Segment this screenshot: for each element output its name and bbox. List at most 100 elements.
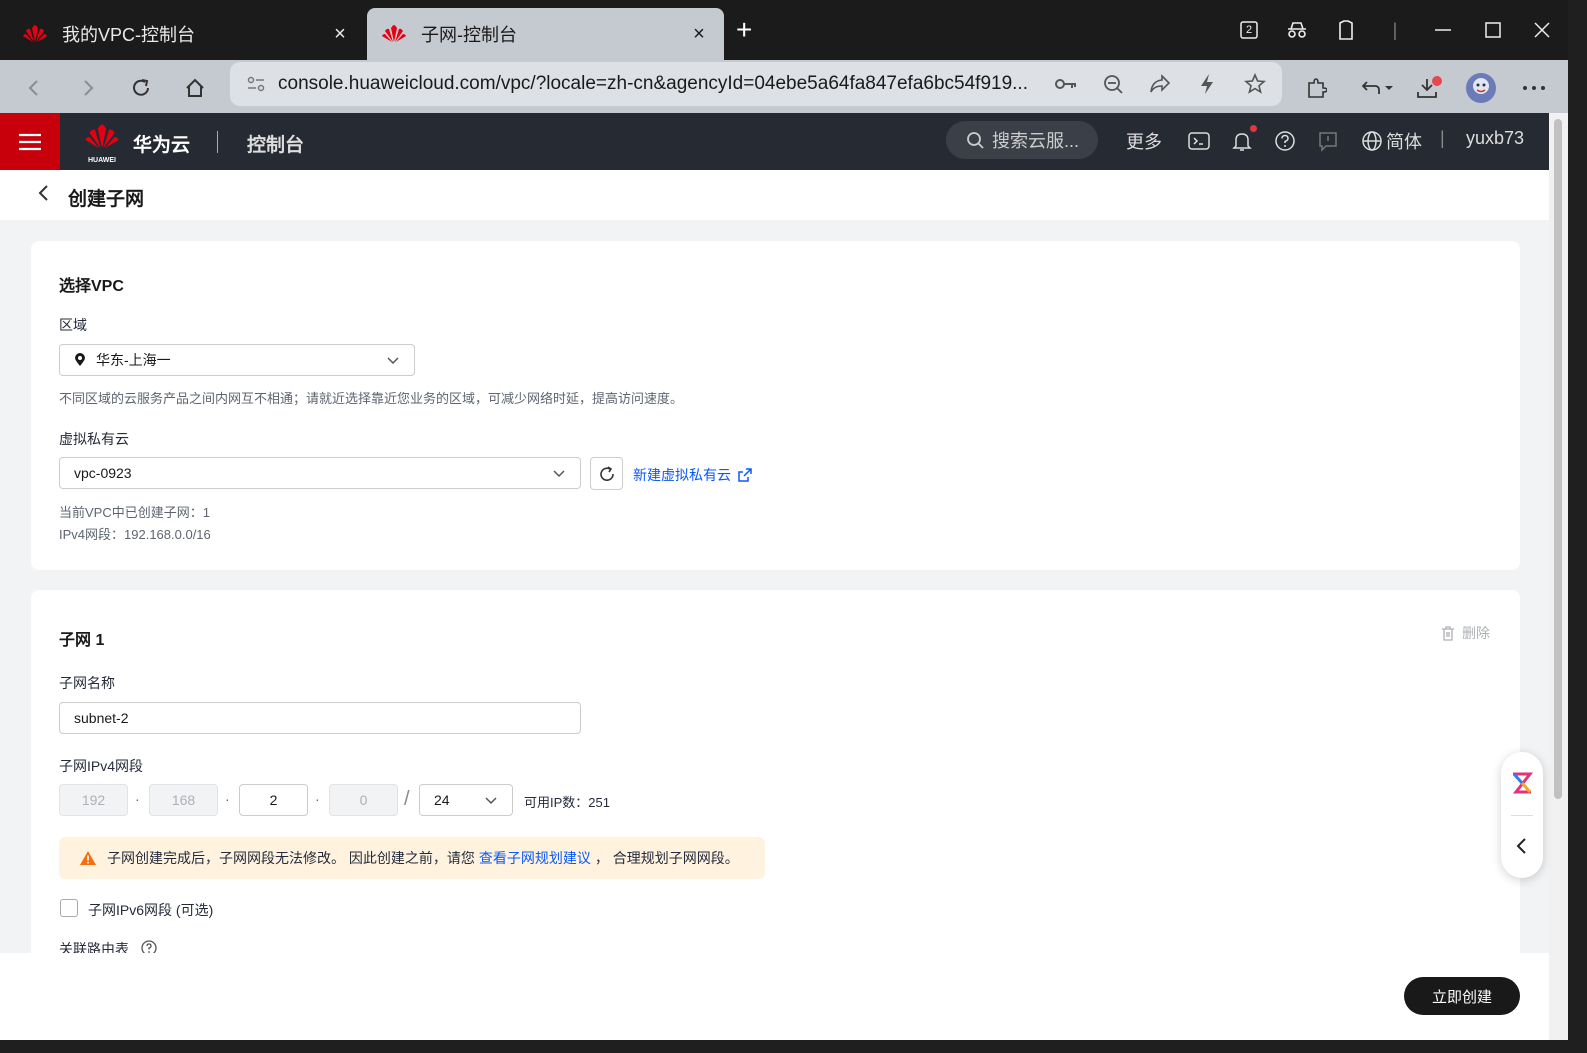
tab-my-vpc[interactable]: 我的VPC-控制台 × bbox=[8, 8, 365, 60]
subnet-ipv4-label: 子网IPv4网段 bbox=[59, 758, 144, 774]
subnet-planning-link[interactable]: 查看子网规划建议 bbox=[479, 848, 591, 868]
octet-2-value: 168 bbox=[171, 792, 196, 808]
close-tab-icon[interactable]: × bbox=[688, 23, 710, 46]
region-hint: 不同区域的云服务产品之间内网互不相通；请就近选择靠近您业务的区域，可减少网络时延… bbox=[59, 391, 684, 406]
user-menu[interactable]: yuxb73 bbox=[1466, 128, 1524, 149]
back-nav-icon[interactable] bbox=[16, 70, 52, 106]
chevron-down-icon bbox=[387, 357, 399, 365]
share-icon[interactable] bbox=[1146, 70, 1174, 98]
globe-icon[interactable] bbox=[1359, 128, 1385, 154]
tab-subnet[interactable]: 子网-控制台 × bbox=[367, 8, 724, 60]
maximize-icon[interactable] bbox=[1475, 12, 1511, 48]
history-back-dropdown-icon[interactable] bbox=[1358, 70, 1398, 106]
page-footer: 立即创建 bbox=[0, 953, 1549, 1040]
site-settings-icon[interactable] bbox=[242, 70, 270, 98]
puzzle-extension-icon[interactable] bbox=[1298, 70, 1334, 106]
floating-toolbar bbox=[1501, 752, 1543, 878]
scrollbar-thumb[interactable] bbox=[1554, 119, 1562, 799]
delete-label: 删除 bbox=[1462, 625, 1490, 641]
home-icon[interactable] bbox=[177, 70, 213, 106]
terminal-icon[interactable] bbox=[1186, 128, 1212, 154]
console-header: HUAWEI 华为云 控制台 搜索云服... 更多 简体 | yuxb73 bbox=[0, 113, 1549, 170]
minimize-icon[interactable] bbox=[1425, 12, 1461, 48]
browser-menu-icon[interactable] bbox=[1516, 70, 1552, 106]
refresh-icon bbox=[599, 465, 614, 481]
collapse-chevron-left-icon[interactable] bbox=[1515, 836, 1529, 861]
zoom-out-icon[interactable] bbox=[1099, 70, 1127, 98]
octet-1-value: 192 bbox=[81, 792, 106, 808]
more-menu[interactable]: 更多 bbox=[1126, 128, 1162, 154]
ipv4-range-text: IPv4网段：192.168.0.0/16 bbox=[59, 527, 211, 542]
help-icon[interactable] bbox=[1272, 128, 1298, 154]
extensions-icon[interactable] bbox=[1328, 12, 1364, 48]
refresh-vpc-button[interactable] bbox=[590, 457, 623, 490]
ipv4-octet-4: 0 bbox=[329, 784, 398, 816]
vpc-value: vpc-0923 bbox=[74, 465, 132, 481]
float-divider bbox=[1511, 815, 1533, 816]
ipv4-octet-2: 168 bbox=[149, 784, 218, 816]
bolt-icon[interactable] bbox=[1193, 70, 1221, 98]
avatar[interactable] bbox=[1463, 70, 1499, 106]
warning-tail: ， 合理规划子网网段。 bbox=[594, 850, 739, 866]
region-value: 华东-上海一 bbox=[96, 352, 171, 368]
tab-count: 2 bbox=[1245, 24, 1253, 36]
search-icon bbox=[967, 132, 984, 149]
bell-icon[interactable] bbox=[1229, 128, 1255, 154]
vpc-section-title: 选择VPC bbox=[59, 278, 124, 295]
brand-name[interactable]: 华为云 bbox=[133, 130, 190, 157]
tab-bar: 我的VPC-控制台 × 子网-控制台 × + 2 | bbox=[0, 0, 1568, 60]
tab-count-icon[interactable]: 2 bbox=[1231, 12, 1267, 48]
create-now-button[interactable]: 立即创建 bbox=[1404, 977, 1520, 1015]
assistant-logo-icon[interactable] bbox=[1510, 770, 1534, 801]
search-input[interactable]: 搜索云服... bbox=[946, 121, 1098, 159]
subnet-card bbox=[31, 590, 1520, 970]
huawei-logo[interactable]: HUAWEI bbox=[84, 123, 120, 164]
new-vpc-link[interactable]: 新建虚拟私有云 bbox=[633, 465, 753, 485]
logo-text: HUAWEI bbox=[88, 157, 116, 164]
subnet-name-input[interactable]: subnet-2 bbox=[59, 702, 581, 734]
delete-subnet-button[interactable]: 删除 bbox=[1440, 623, 1490, 643]
address-bar[interactable]: console.huaweicloud.com/vpc/?locale=zh-c… bbox=[230, 62, 1282, 106]
subnet-name-value: subnet-2 bbox=[74, 710, 129, 726]
vpc-select[interactable]: vpc-0923 bbox=[59, 457, 581, 489]
subnet-warning-alert: 子网创建完成后，子网网段无法修改。 因此创建之前，请您 查看子网规划建议 ， 合… bbox=[59, 837, 765, 879]
header-divider bbox=[217, 131, 218, 153]
huawei-favicon-icon bbox=[22, 21, 48, 47]
back-arrow-icon[interactable] bbox=[36, 184, 50, 208]
close-tab-icon[interactable]: × bbox=[329, 23, 351, 46]
reload-icon[interactable] bbox=[123, 70, 159, 106]
url-text: console.huaweicloud.com/vpc/?locale=zh-c… bbox=[278, 73, 1028, 94]
mask-select[interactable]: 24 bbox=[419, 784, 513, 816]
search-placeholder: 搜索云服... bbox=[992, 131, 1080, 151]
browser-toolbar: console.huaweicloud.com/vpc/?locale=zh-c… bbox=[0, 60, 1568, 113]
warning-text: 子网创建完成后，子网网段无法修改。 因此创建之前，请您 bbox=[107, 850, 475, 866]
feedback-icon[interactable] bbox=[1315, 128, 1341, 154]
octet-4-value: 0 bbox=[359, 792, 368, 808]
subnet-title: 子网 1 bbox=[59, 632, 105, 649]
page-header: 创建子网 bbox=[0, 170, 1549, 220]
language-selector[interactable]: 简体 bbox=[1386, 128, 1422, 154]
titlebar-divider: | bbox=[1392, 19, 1398, 40]
chevron-down-icon bbox=[485, 797, 497, 805]
octet-separator: · bbox=[135, 791, 140, 807]
ipv4-octet-3-input[interactable]: 2 bbox=[239, 784, 308, 816]
region-select[interactable]: 华东-上海一 bbox=[59, 344, 415, 376]
hamburger-menu-icon[interactable] bbox=[0, 113, 60, 170]
close-window-icon[interactable] bbox=[1524, 12, 1560, 48]
ipv6-checkbox[interactable] bbox=[60, 899, 78, 917]
incognito-icon[interactable] bbox=[1279, 12, 1315, 48]
console-link[interactable]: 控制台 bbox=[247, 130, 304, 157]
page-scrollbar[interactable] bbox=[1549, 113, 1568, 1040]
notification-dot bbox=[1250, 125, 1257, 132]
key-icon[interactable] bbox=[1052, 70, 1080, 98]
warning-icon bbox=[80, 851, 96, 865]
download-icon[interactable] bbox=[1411, 70, 1447, 106]
external-link-icon bbox=[738, 468, 752, 482]
new-tab-button[interactable]: + bbox=[736, 14, 752, 46]
mask-value: 24 bbox=[434, 792, 450, 808]
forward-nav-icon[interactable] bbox=[70, 70, 106, 106]
available-ips-text: 可用IP数：251 bbox=[524, 795, 610, 810]
bookmark-star-icon[interactable] bbox=[1241, 70, 1269, 98]
new-vpc-link-label: 新建虚拟私有云 bbox=[633, 467, 731, 483]
region-label: 区域 bbox=[59, 317, 87, 333]
